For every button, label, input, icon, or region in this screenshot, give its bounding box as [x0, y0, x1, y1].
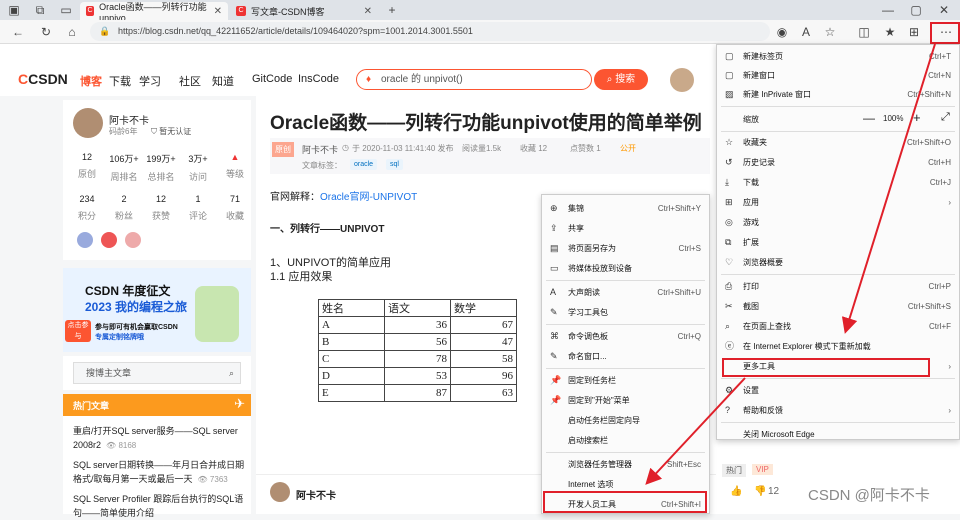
annotation-arrows: [645, 43, 936, 485]
arrow-to-more-tools: [841, 43, 936, 334]
arrow-to-devtools: [645, 377, 746, 485]
